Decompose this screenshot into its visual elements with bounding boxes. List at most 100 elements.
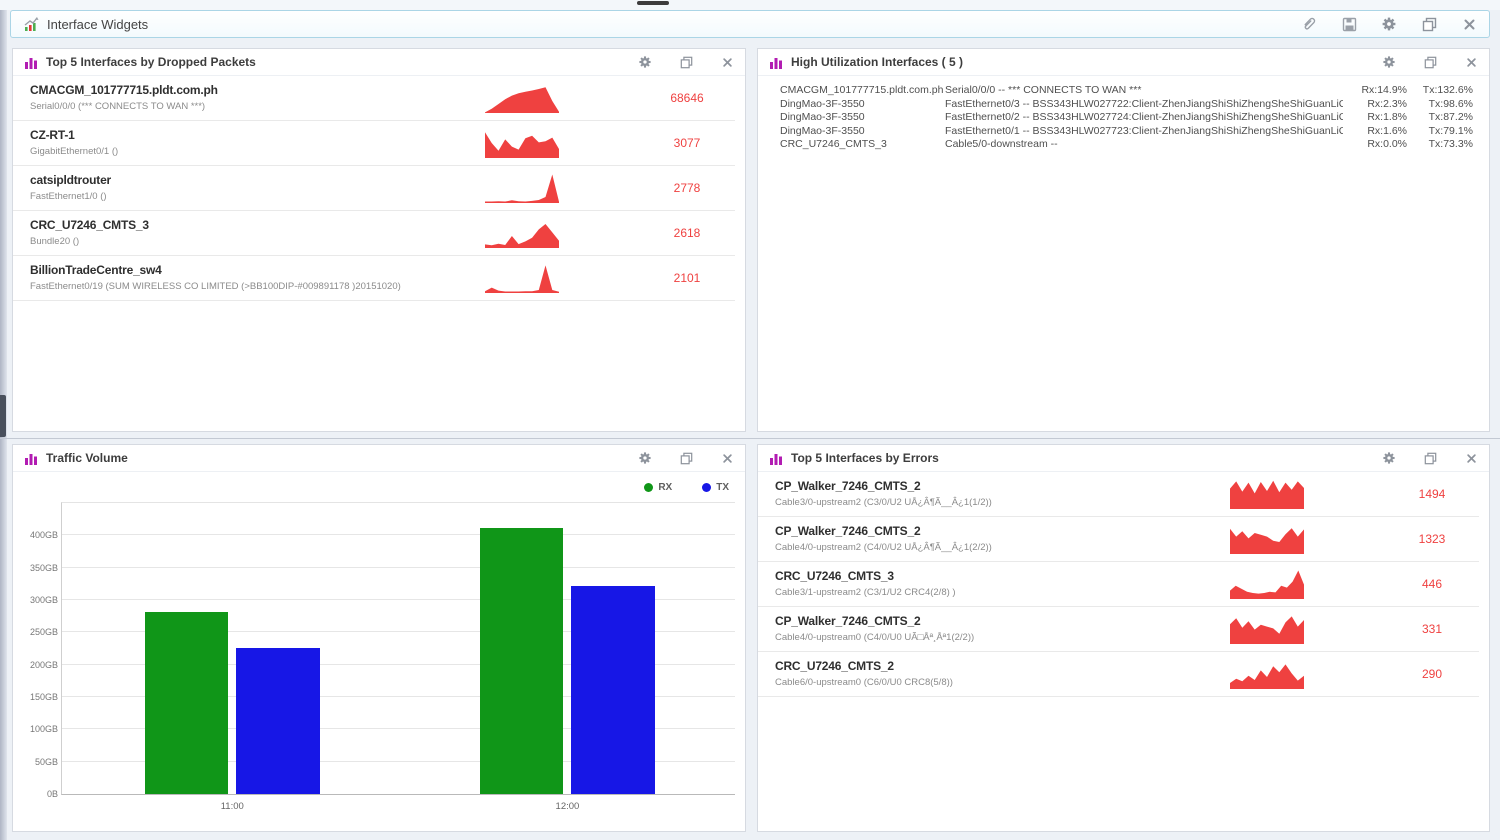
panel-close-icon[interactable] xyxy=(719,450,735,466)
save-icon[interactable] xyxy=(1341,16,1357,32)
sparkline-chart xyxy=(1230,524,1304,554)
iface-row[interactable]: CMACGM_101777715.pldt.com.phSerial0/0/0 … xyxy=(13,76,735,121)
error-count: 331 xyxy=(1400,622,1464,636)
panel-popout-icon[interactable] xyxy=(1422,450,1438,466)
panel-gear-icon[interactable] xyxy=(637,54,653,70)
panel-high-utilization: High Utilization Interfaces ( 5 ) CMACGM… xyxy=(757,48,1490,432)
interface-device-name: CP_Walker_7246_CMTS_2 xyxy=(775,479,992,493)
rx-legend-dot xyxy=(644,483,653,492)
iface-row[interactable]: catsipldtrouterFastEthernet1/0 () 2778 xyxy=(13,166,735,211)
interface-device-name: BillionTradeCentre_sw4 xyxy=(30,263,401,277)
y-axis-tick: 50GB xyxy=(18,757,58,767)
interface-description: FastEthernet0/3 -- BSS343HLW027722:Clien… xyxy=(945,98,1343,112)
legend-rx[interactable]: RX xyxy=(644,482,672,493)
restore-window-icon[interactable] xyxy=(1421,16,1437,32)
attach-icon[interactable] xyxy=(1301,16,1317,32)
iface-row[interactable]: CRC_U7246_CMTS_3Bundle20 () 2618 xyxy=(13,211,735,256)
tx-legend-label: TX xyxy=(716,482,729,493)
bar-chart-icon xyxy=(768,54,784,70)
x-axis-tick: 12:00 xyxy=(556,801,580,812)
bar-chart-icon xyxy=(23,54,39,70)
iface-row[interactable]: CP_Walker_7246_CMTS_2Cable4/0-upstream0 … xyxy=(758,607,1479,652)
panel-errors: Top 5 Interfaces by Errors CP_Walker_724… xyxy=(757,444,1490,832)
interface-device-name: CMACGM_101777715.pldt.com.ph xyxy=(30,83,218,97)
dropped-rows: CMACGM_101777715.pldt.com.phSerial0/0/0 … xyxy=(13,76,745,301)
device-name: DingMao-3F-3550 xyxy=(780,125,945,139)
panel-dropped-packets: Top 5 Interfaces by Dropped Packets CMAC… xyxy=(12,48,746,432)
iface-row[interactable]: CP_Walker_7246_CMTS_2 Cable3/0-upstream2 … xyxy=(758,472,1479,517)
interface-description: FastEthernet0/1 -- BSS343HLW027723:Clien… xyxy=(945,125,1343,139)
interface-description: Cable6/0-upstream0 (C6/0/U0 CRC8(5/8)) xyxy=(775,677,953,688)
utilization-row[interactable]: DingMao-3F-3550 FastEthernet0/1 -- BSS34… xyxy=(780,125,1473,139)
close-icon[interactable] xyxy=(1461,16,1477,32)
error-count: 290 xyxy=(1400,667,1464,681)
sparkline-chart xyxy=(485,128,559,158)
panel-close-icon[interactable] xyxy=(719,54,735,70)
interface-device-name: CRC_U7246_CMTS_3 xyxy=(775,569,956,583)
left-splitter-handle[interactable] xyxy=(0,395,6,437)
traffic-plot: 0B50GB100GB150GB200GB250GB300GB350GB400G… xyxy=(61,502,735,795)
errors-rows: CP_Walker_7246_CMTS_2 Cable3/0-upstream2 … xyxy=(758,472,1489,697)
interface-description: Cable5/0-downstream -- xyxy=(945,138,1343,152)
rx-utilization: Rx:1.8% xyxy=(1343,111,1407,125)
panel-close-icon[interactable] xyxy=(1463,54,1479,70)
tx-utilization: Tx:132.6% xyxy=(1407,84,1473,98)
utilization-row[interactable]: DingMao-3F-3550 FastEthernet0/2 -- BSS34… xyxy=(780,111,1473,125)
settings-gear-icon[interactable] xyxy=(1381,16,1397,32)
dropped-count: 2101 xyxy=(655,271,719,285)
y-axis-tick: 350GB xyxy=(18,563,58,573)
y-axis-tick: 150GB xyxy=(18,692,58,702)
dropped-count: 2778 xyxy=(655,181,719,195)
panel-popout-icon[interactable] xyxy=(678,54,694,70)
device-name: DingMao-3F-3550 xyxy=(780,111,945,125)
iface-row[interactable]: CRC_U7246_CMTS_2 Cable6/0-upstream0 (C6/0… xyxy=(758,652,1479,697)
gridline xyxy=(62,567,735,568)
sparkline-chart xyxy=(485,218,559,248)
sparkline-chart xyxy=(485,83,559,113)
panel-title: Top 5 Interfaces by Dropped Packets xyxy=(46,55,256,69)
interface-device-name: CRC_U7246_CMTS_3 xyxy=(30,218,149,232)
dashboard-titlebar: Interface Widgets xyxy=(10,10,1490,38)
panel-gear-icon[interactable] xyxy=(637,450,653,466)
utilization-row[interactable]: DingMao-3F-3550 FastEthernet0/3 -- BSS34… xyxy=(780,98,1473,112)
panel-close-icon[interactable] xyxy=(1463,450,1479,466)
sparkline-chart xyxy=(485,263,559,293)
iface-row[interactable]: CZ-RT-1GigabitEthernet0/1 () 3077 xyxy=(13,121,735,166)
y-axis-tick: 0B xyxy=(18,789,58,799)
legend-tx[interactable]: TX xyxy=(702,482,729,493)
utilization-row[interactable]: CMACGM_101777715.pldt.com.ph Serial0/0/0… xyxy=(780,84,1473,98)
sparkline-chart xyxy=(1230,569,1304,599)
interface-description: FastEthernet0/2 -- BSS343HLW027724:Clien… xyxy=(945,111,1343,125)
panel-gear-icon[interactable] xyxy=(1381,450,1397,466)
interface-description: Cable3/1-upstream2 (C3/1/U2 CRC4(2/8) ) xyxy=(775,587,956,598)
panel-popout-icon[interactable] xyxy=(1422,54,1438,70)
sparkline-chart xyxy=(1230,659,1304,689)
y-axis-tick: 100GB xyxy=(18,724,58,734)
utilization-row[interactable]: CRC_U7246_CMTS_3 Cable5/0-downstream -- … xyxy=(780,138,1473,152)
dropped-count: 68646 xyxy=(655,91,719,105)
device-name: DingMao-3F-3550 xyxy=(780,98,945,112)
page-title: Interface Widgets xyxy=(47,17,148,32)
y-axis-tick: 300GB xyxy=(18,595,58,605)
interface-description: FastEthernet1/0 () xyxy=(30,191,111,202)
tx-utilization: Tx:79.1% xyxy=(1407,125,1473,139)
iface-row[interactable]: BillionTradeCentre_sw4FastEthernet0/19 (… xyxy=(13,256,735,301)
interface-device-name: CRC_U7246_CMTS_2 xyxy=(775,659,953,673)
interface-description: Cable3/0-upstream2 (C3/0/U2 UÅ¿Â¶Ã__Â¿1(… xyxy=(775,497,992,508)
panel-traffic-volume: Traffic Volume RX TX 0B50GB100GB150GB200… xyxy=(12,444,746,832)
panel-traffic-header: Traffic Volume xyxy=(13,445,745,472)
device-name: CRC_U7246_CMTS_3 xyxy=(780,138,945,152)
bar-tx-12:00 xyxy=(571,586,654,794)
iface-row[interactable]: CRC_U7246_CMTS_3 Cable3/1-upstream2 (C3/1… xyxy=(758,562,1479,607)
panel-popout-icon[interactable] xyxy=(678,450,694,466)
panel-title: Top 5 Interfaces by Errors xyxy=(791,451,939,465)
tx-utilization: Tx:73.3% xyxy=(1407,138,1473,152)
panel-gear-icon[interactable] xyxy=(1381,54,1397,70)
rx-utilization: Rx:2.3% xyxy=(1343,98,1407,112)
iface-row[interactable]: CP_Walker_7246_CMTS_2Cable4/0-upstream2 … xyxy=(758,517,1479,562)
top-strip xyxy=(0,0,1500,10)
horizontal-splitter[interactable] xyxy=(0,438,1500,439)
rx-utilization: Rx:0.0% xyxy=(1343,138,1407,152)
bar-rx-12:00 xyxy=(480,528,563,794)
chart-legend: RX TX xyxy=(644,482,729,493)
